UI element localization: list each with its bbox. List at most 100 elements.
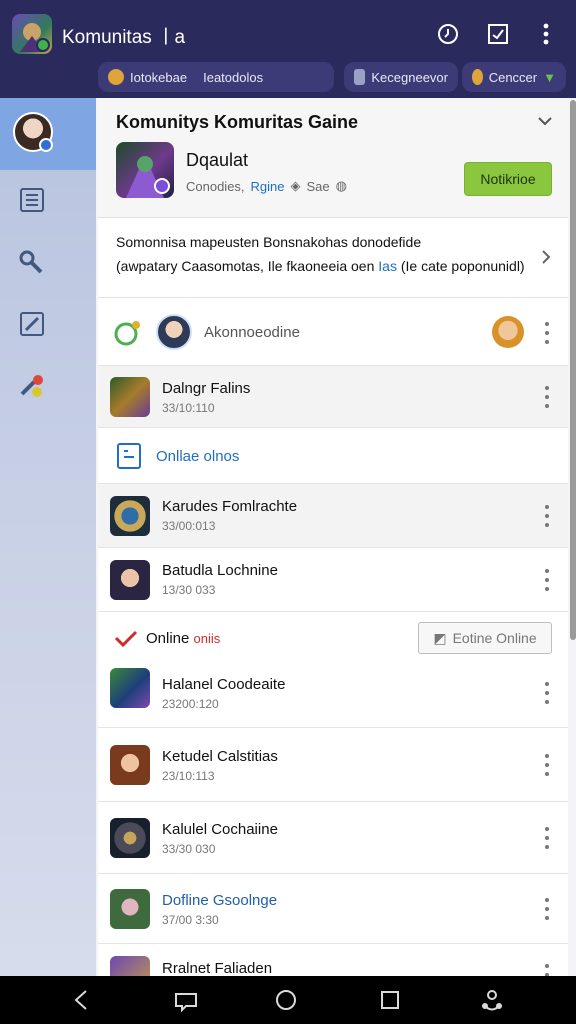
notify-button[interactable]: Notikrioe — [464, 162, 552, 196]
game-thumbnail — [110, 560, 150, 600]
more-vert-icon[interactable] — [540, 754, 554, 776]
game-tools-icon[interactable] — [18, 372, 46, 400]
list-item[interactable]: Rralnet Faliaden — [98, 944, 568, 976]
history-icon[interactable] — [434, 20, 462, 48]
tag-icon: ◩ — [433, 629, 447, 646]
more-vert-icon[interactable] — [532, 20, 560, 48]
game-thumbnail — [110, 956, 150, 976]
more-vert-icon[interactable] — [540, 569, 554, 591]
online-section-header: Onllae olnos — [98, 428, 568, 484]
list-item[interactable]: Dofline Gsoolnge 37/00 3:30 — [98, 874, 568, 944]
more-vert-icon[interactable] — [540, 964, 554, 976]
badge-icon — [154, 178, 170, 194]
more-vert-icon[interactable] — [540, 505, 554, 527]
game-thumbnail — [110, 818, 150, 858]
filter-chips-row: Iotokebae Ieatodolos Kecegneevor Cenccer… — [0, 56, 576, 98]
list-item[interactable]: Kalulel Cochaiine 33/30 030 — [98, 802, 568, 874]
list-item[interactable]: Karudes Fomlrachte 33/00:013 — [98, 484, 568, 548]
member-avatar[interactable] — [492, 316, 524, 348]
member-avatar[interactable] — [156, 314, 192, 350]
filter-chip-3[interactable]: Cenccer ▼ — [462, 62, 566, 92]
emoji-icon — [472, 69, 483, 85]
link-icon[interactable] — [18, 248, 46, 276]
item-title: Kalulel Cochaiine — [162, 821, 278, 838]
back-icon[interactable] — [68, 986, 96, 1014]
filter-chip-1[interactable]: Iotokebae Ieatodolos — [98, 62, 334, 92]
list-item[interactable]: Batudla Lochnine 13/30 033 — [98, 548, 568, 612]
more-vert-icon[interactable] — [540, 322, 554, 344]
item-title: Dofline Gsoolnge — [162, 892, 278, 909]
community-header: Komunitys Komuritas Gaine Dqaulat Conodi… — [98, 98, 568, 218]
shield-icon: ◈ — [290, 178, 301, 193]
system-nav-bar — [0, 976, 576, 1024]
list-item[interactable]: Ketudel Calstitias 23/10:113 — [98, 728, 568, 802]
recents-alt-icon[interactable] — [172, 986, 200, 1014]
more-vert-icon[interactable] — [540, 898, 554, 920]
list-item[interactable]: Dalngr Falins 33/10:110 — [98, 366, 568, 428]
more-vert-icon[interactable] — [540, 386, 554, 408]
game-meta: Conodies, Rgine ◈ Sae ◍ — [186, 178, 347, 194]
page-title: Komunitys Komuritas Gaine — [116, 112, 359, 132]
description-text: (awpatary Caasomotas, Ile fkaoneeia oen — [116, 258, 375, 274]
game-thumbnail — [110, 377, 150, 417]
person-icon — [354, 69, 366, 85]
chevron-down-icon[interactable] — [536, 112, 554, 130]
more-vert-icon[interactable] — [540, 682, 554, 704]
assistant-icon[interactable] — [478, 986, 506, 1014]
description-text: (Ie cate poponunidl) — [400, 258, 525, 274]
main-panel: Komunitys Komuritas Gaine Dqaulat Conodi… — [98, 98, 568, 976]
overview-icon[interactable] — [376, 986, 404, 1014]
game-thumbnail — [110, 668, 150, 708]
home-icon[interactable] — [272, 986, 300, 1014]
item-title: Dalngr Falins — [162, 380, 251, 397]
description-highlight: Ias — [378, 258, 397, 274]
game-thumbnail[interactable] — [116, 142, 174, 198]
info-icon: ◍ — [335, 178, 347, 193]
item-title: Rralnet Faliaden — [162, 960, 273, 976]
list-icon[interactable] — [18, 186, 46, 214]
filter-chip-2[interactable]: Kecegneevor — [344, 62, 458, 92]
chevron-down-icon: ▼ — [543, 69, 556, 85]
meta-link[interactable]: Rgine — [251, 179, 285, 194]
description-line: Somonnisa mapeusten Bonsnakohas donodefi… — [116, 234, 422, 250]
item-title: Batudla Lochnine — [162, 562, 278, 579]
game-thumbnail — [110, 745, 150, 785]
profile-avatar[interactable] — [13, 112, 53, 152]
button-label: Eotine Online — [452, 630, 537, 646]
game-thumbnail — [110, 496, 150, 536]
check-icon — [114, 628, 138, 653]
chip-label: Iotokebae — [130, 69, 188, 85]
online-badge-icon — [36, 38, 50, 52]
chevron-right-icon[interactable] — [538, 248, 554, 266]
item-timestamp: 33/10:110 — [162, 401, 215, 415]
more-vert-icon[interactable] — [540, 827, 554, 849]
item-title[interactable]: Halanel Coodeaite — [162, 676, 285, 693]
item-timestamp: 13/30 033 — [162, 583, 216, 597]
left-nav-rail — [0, 98, 96, 976]
scrollbar[interactable] — [570, 100, 576, 640]
item-title: Karudes Fomlrachte — [162, 498, 298, 515]
app-logo[interactable] — [12, 14, 52, 54]
chip-label: Cenccer — [488, 69, 538, 85]
edit-box-icon[interactable] — [18, 310, 46, 338]
item-timestamp: 33/30 030 — [162, 842, 216, 856]
section-label-text: Online — [146, 630, 190, 647]
online-section-2: Online oniis ◩ Eotine Online Halanel Coo… — [98, 612, 568, 728]
google-g-icon — [112, 318, 142, 353]
item-timestamp: 33/00:013 — [162, 519, 216, 533]
section-label[interactable]: Onllae olnos — [156, 448, 239, 465]
chip-label: Kecegneevor — [371, 69, 448, 85]
game-name: Dqaulat — [186, 150, 249, 170]
online-filter-button[interactable]: ◩ Eotine Online — [418, 622, 552, 654]
chat-icon — [116, 442, 142, 475]
item-title: Ketudel Calstitias — [162, 748, 278, 765]
emoji-icon — [108, 69, 124, 85]
edit-square-icon[interactable] — [484, 20, 512, 48]
verified-badge-icon — [39, 138, 53, 152]
game-thumbnail — [110, 889, 150, 929]
section-label-accent: oniis — [193, 631, 221, 646]
item-timestamp: 23200:120 — [162, 697, 219, 711]
app-title: Komunitas ㅣa — [62, 27, 186, 48]
description-line: (awpatary Caasomotas, Ile fkaoneeia oen … — [116, 258, 525, 274]
community-description[interactable]: Somonnisa mapeusten Bonsnakohas donodefi… — [98, 218, 568, 298]
